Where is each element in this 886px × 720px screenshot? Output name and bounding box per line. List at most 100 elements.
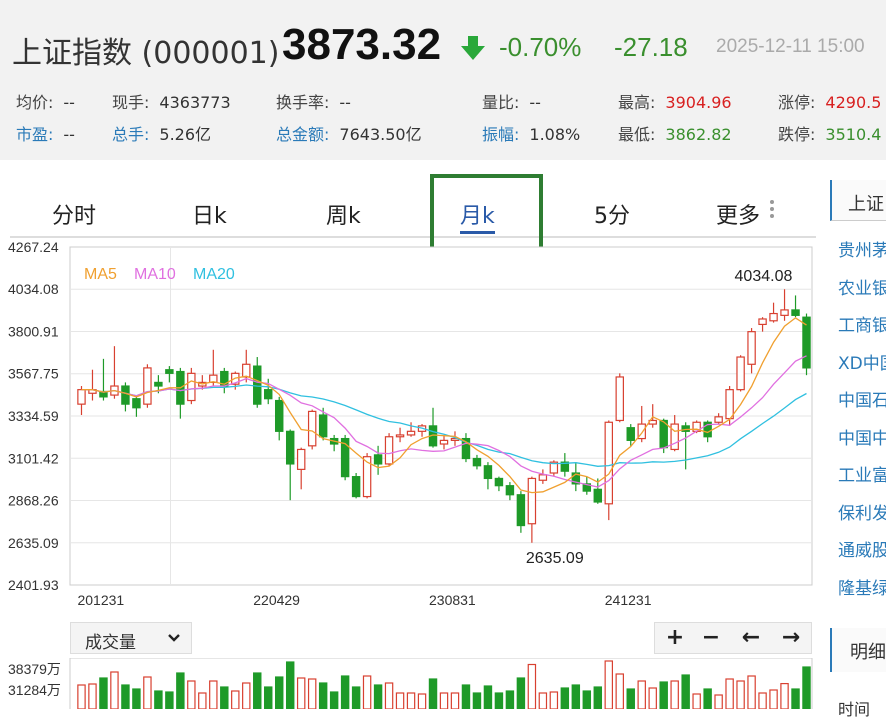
volume-bar — [88, 683, 97, 709]
period-tabs: 分时 日k 周k 月k 5分 更多 — [10, 180, 816, 238]
volume-bar — [527, 663, 537, 709]
legend-entry: MA10 — [134, 266, 176, 283]
volume-bar — [747, 675, 756, 709]
detail-header[interactable]: 明细 — [830, 628, 886, 672]
sidebar-stock-link[interactable]: 农业银 — [838, 274, 886, 299]
candle-body — [384, 436, 394, 465]
volume-chart[interactable]: 38379万 31284万 — [0, 658, 815, 709]
volume-bar — [406, 692, 416, 709]
candle-body — [264, 389, 273, 400]
sidebar-stock-link[interactable]: 工业富 — [838, 461, 886, 486]
change-percent: -0.70% — [499, 32, 582, 62]
volume-bar — [231, 690, 240, 709]
candle-body — [274, 399, 284, 432]
volume-bar — [703, 688, 712, 709]
volume-bar — [99, 677, 108, 709]
sidebar-stock-link[interactable]: 中国中 — [838, 424, 886, 449]
stat-item[interactable]: 振幅: 1.08% — [482, 121, 580, 145]
kline-chart[interactable]: 4267.24 4034.08 3800.91 3567.75 3334.59 3101.… — [0, 240, 815, 615]
candle-body — [121, 385, 130, 405]
volume-bar — [209, 680, 218, 709]
stat-item: 现手: 4363773 — [112, 89, 231, 113]
stat-label: 跌停: — [778, 125, 816, 144]
sidebar-stock-link[interactable]: 通威股 — [838, 536, 886, 561]
sidebar-stock-link[interactable]: 贵州茅 — [838, 236, 886, 261]
y-tick-label: 4034.08 — [8, 281, 59, 297]
indicator-select[interactable]: 成交量 — [70, 622, 192, 654]
volume-bar — [220, 686, 229, 709]
volume-bar — [626, 688, 635, 709]
sidebar: 上证 贵州茅农业银工商银 XD中国中国石中国中工业富保利发通威股隆基绿 明细 时间 — [830, 180, 886, 719]
sidebar-stock-link[interactable]: XD中国 — [838, 349, 886, 374]
volume-bar — [538, 692, 548, 709]
scroll-right-button[interactable]: → — [773, 623, 809, 653]
tab-2[interactable]: 周k — [326, 198, 361, 230]
candle-body — [604, 421, 614, 505]
y-tick-label: 2635.09 — [8, 535, 59, 551]
x-tick-label: 241231 — [605, 592, 652, 608]
stat-item: 换手率: -- — [276, 89, 351, 113]
volume-bar — [714, 694, 723, 709]
change-value: -27.18 — [614, 32, 688, 62]
scroll-left-button[interactable]: ← — [733, 623, 769, 653]
more-dots-icon[interactable] — [770, 200, 774, 221]
candle-body — [593, 488, 603, 503]
candle-body — [439, 439, 449, 445]
y-tick-label: 3101.42 — [8, 450, 59, 466]
candle-body — [395, 434, 405, 438]
sidebar-header[interactable]: 上证 — [830, 180, 886, 221]
volume-bar — [110, 671, 119, 709]
tab-0[interactable]: 分时 — [52, 198, 96, 230]
candle-body — [780, 309, 789, 316]
quote-datetime: 2025-12-11 15:00 — [716, 36, 865, 57]
volume-bar — [670, 680, 679, 709]
stat-value: 7643.50亿 — [339, 125, 422, 144]
sidebar-stock-link[interactable]: 工商银 — [838, 311, 886, 336]
stat-item[interactable]: 总手: 5.26亿 — [112, 121, 211, 145]
tab-4[interactable]: 5分 — [594, 198, 630, 230]
volume-bar — [165, 691, 174, 709]
volume-y-tick: 31284万 — [8, 682, 61, 698]
chevron-down-icon — [168, 634, 180, 642]
sidebar-stock-link[interactable]: 中国石 — [838, 386, 886, 411]
stat-value: -- — [339, 93, 351, 112]
volume-bar — [494, 692, 504, 709]
stat-label: 量比: — [482, 93, 520, 112]
volume-bar — [681, 674, 690, 709]
zoom-in-button[interactable]: + — [657, 623, 693, 653]
candle-body — [373, 454, 383, 465]
sidebar-stock-link[interactable]: 隆基绿 — [838, 574, 886, 599]
sidebar-stock-link[interactable]: 保利发 — [838, 499, 886, 524]
candle-body — [670, 423, 679, 451]
volume-bar — [77, 684, 86, 709]
volume-bar — [604, 660, 614, 709]
tab-5[interactable]: 更多 — [716, 198, 760, 230]
volume-bar — [593, 686, 603, 709]
candle-body — [483, 465, 493, 480]
volume-bar — [505, 690, 515, 709]
volume-bar — [582, 690, 592, 709]
volume-bar — [318, 682, 328, 709]
candle-body — [132, 398, 141, 409]
volume-bar — [791, 688, 800, 709]
candle-body — [143, 367, 152, 405]
volume-bar — [340, 675, 350, 709]
stat-label: 换手率: — [276, 93, 330, 112]
stat-item[interactable]: 总金额: 7643.50亿 — [276, 121, 422, 145]
zoom-out-button[interactable]: − — [693, 623, 729, 653]
volume-bar — [264, 686, 273, 709]
stat-value: 3862.82 — [665, 125, 732, 144]
stat-item[interactable]: 市盈: -- — [16, 121, 75, 145]
candle-body — [242, 363, 251, 378]
candle-body — [154, 381, 163, 387]
candle-body — [165, 369, 174, 374]
stat-value: 1.08% — [529, 125, 581, 144]
candle-body — [516, 494, 526, 527]
candle-body — [758, 318, 767, 326]
stat-label: 总金额: — [276, 125, 330, 144]
volume-bar — [615, 673, 624, 709]
volume-bar — [450, 692, 460, 709]
tab-1[interactable]: 日k — [192, 198, 227, 230]
volume-bar — [154, 690, 163, 709]
candle-body — [538, 474, 548, 481]
